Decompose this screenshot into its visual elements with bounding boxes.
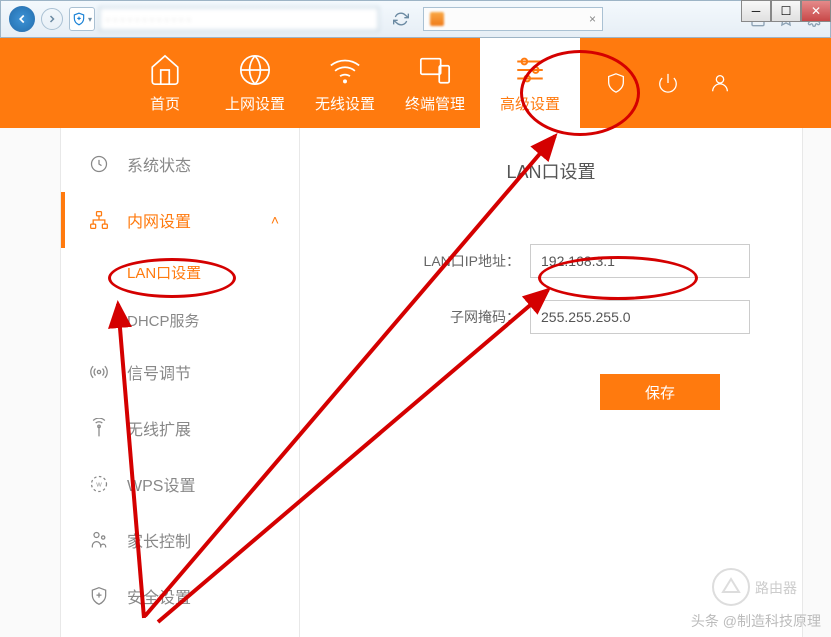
main-area: 系统状态 内网设置 ˄ LAN口设置 DHCP服务 信号调节 无线扩展 W WP…	[0, 128, 831, 637]
sidebar-wps-label: WPS设置	[127, 472, 195, 496]
router-top-nav: 首页 上网设置 无线设置 终端管理 高级设置	[0, 38, 831, 128]
watermark-text: 头条 @制造科技原理	[691, 611, 821, 631]
arrow-right-icon	[46, 13, 58, 25]
user-icon[interactable]	[709, 72, 731, 94]
nav-wifi[interactable]: 无线设置	[300, 53, 390, 114]
sidebar-security-label: 安全设置	[127, 584, 191, 608]
sidebar-item-extend[interactable]: 无线扩展	[61, 400, 299, 456]
svg-text:W: W	[96, 483, 102, 489]
devices-icon	[418, 53, 452, 87]
sidebar-sub-dhcp[interactable]: DHCP服务	[61, 296, 299, 344]
nav-advanced[interactable]: 高级设置	[480, 38, 580, 128]
save-button[interactable]: 保存	[600, 374, 720, 410]
sidebar-item-lan[interactable]: 内网设置 ˄	[61, 192, 299, 248]
shield-icon	[89, 586, 109, 606]
sidebar-parental-label: 家长控制	[127, 528, 191, 552]
watermark-brand-logo: 路由器	[711, 567, 801, 607]
network-icon	[89, 210, 109, 230]
nav-right-icons	[605, 72, 731, 94]
mask-input[interactable]	[530, 300, 750, 334]
sidebar-lan-sub-label: LAN口设置	[127, 262, 201, 283]
browser-toolbar: ▾ · · · · · · · · · · · · ×	[0, 0, 831, 38]
refresh-icon[interactable]	[393, 11, 409, 27]
back-button[interactable]	[9, 6, 35, 32]
sidebar-item-status[interactable]: 系统状态	[61, 136, 299, 192]
sliders-icon	[513, 53, 547, 87]
sidebar-dhcp-label: DHCP服务	[127, 310, 200, 331]
wps-icon: W	[89, 474, 109, 494]
tab-favicon-icon	[430, 12, 444, 26]
forward-button[interactable]	[41, 8, 63, 30]
nav-terminal-label: 终端管理	[405, 93, 465, 114]
url-input[interactable]: · · · · · · · · · · · ·	[99, 7, 379, 31]
chevron-up-icon: ˄	[271, 212, 279, 228]
security-shield-button[interactable]: ▾	[69, 7, 95, 31]
sidebar-item-signal[interactable]: 信号调节	[61, 344, 299, 400]
nav-wan[interactable]: 上网设置	[210, 53, 300, 114]
sidebar-signal-label: 信号调节	[127, 360, 191, 384]
address-area: ▾ · · · · · · · · · · · · ×	[69, 7, 822, 31]
home-icon	[148, 53, 182, 87]
mask-label: 子网掩码：	[330, 307, 530, 327]
sidebar-item-parental[interactable]: 家长控制	[61, 512, 299, 568]
sidebar: 系统状态 内网设置 ˄ LAN口设置 DHCP服务 信号调节 无线扩展 W WP…	[60, 128, 300, 637]
svg-text:路由器: 路由器	[755, 580, 797, 596]
nav-terminal[interactable]: 终端管理	[390, 53, 480, 114]
sidebar-item-security[interactable]: 安全设置	[61, 568, 299, 624]
nav-advanced-label: 高级设置	[500, 93, 560, 114]
nav-wifi-label: 无线设置	[315, 93, 375, 114]
sidebar-extend-label: 无线扩展	[127, 416, 191, 440]
browser-tab[interactable]: ×	[423, 7, 603, 31]
arrow-left-icon	[15, 12, 29, 26]
shield-icon[interactable]	[605, 72, 627, 94]
window-minimize-button[interactable]: ─	[741, 0, 771, 22]
tab-close-button[interactable]: ×	[589, 12, 596, 26]
form-row-mask: 子网掩码：	[330, 300, 772, 334]
ip-input[interactable]	[530, 244, 750, 278]
form-row-ip: LAN口IP地址：	[330, 244, 772, 278]
ip-label: LAN口IP地址：	[330, 251, 530, 271]
window-controls: ─ ☐ ✕	[741, 0, 831, 22]
sidebar-lan-label: 内网设置	[127, 208, 191, 232]
dropdown-arrow-icon: ▾	[88, 15, 92, 24]
sidebar-status-label: 系统状态	[127, 152, 191, 176]
window-maximize-button[interactable]: ☐	[771, 0, 801, 22]
antenna-icon	[89, 418, 109, 438]
wifi-icon	[328, 53, 362, 87]
sidebar-sub-lan-settings[interactable]: LAN口设置	[61, 248, 299, 296]
power-icon[interactable]	[657, 72, 679, 94]
content-panel: LAN口设置 LAN口IP地址： 子网掩码： 保存	[300, 128, 803, 637]
shield-plus-icon	[72, 12, 86, 26]
nav-wan-label: 上网设置	[225, 93, 285, 114]
window-close-button[interactable]: ✕	[801, 0, 831, 22]
globe-icon	[238, 53, 272, 87]
content-title: LAN口设置	[330, 158, 772, 184]
parental-icon	[89, 530, 109, 550]
signal-icon	[89, 362, 109, 382]
clock-icon	[89, 154, 109, 174]
sidebar-item-wps[interactable]: W WPS设置	[61, 456, 299, 512]
nav-home-label: 首页	[150, 93, 180, 114]
nav-home[interactable]: 首页	[120, 53, 210, 114]
